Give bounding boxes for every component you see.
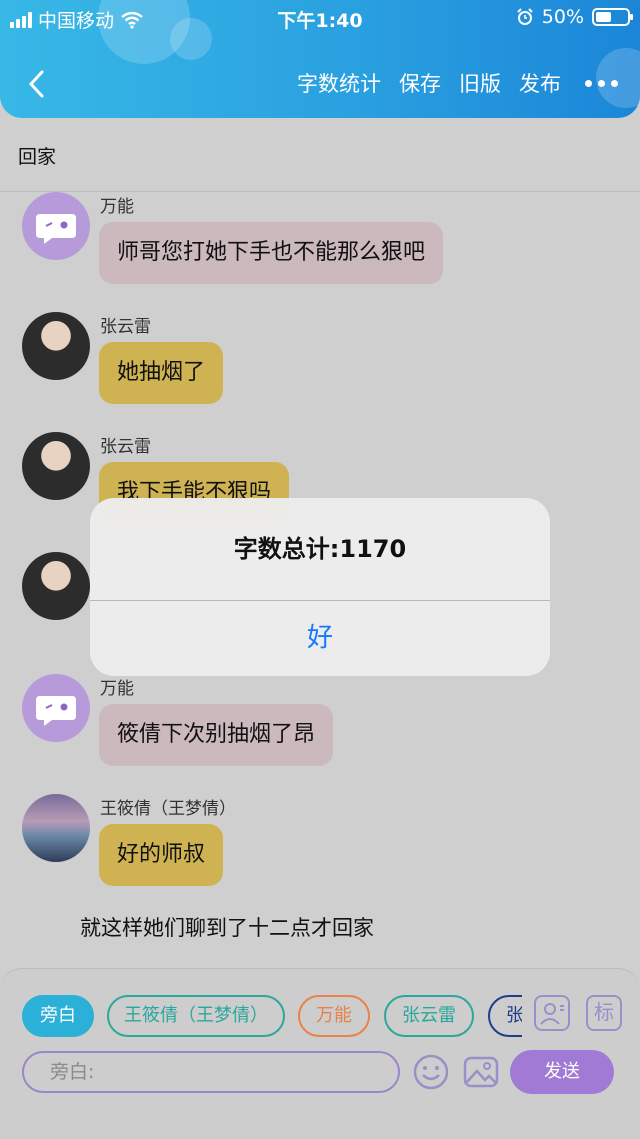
story-title: 回家 — [18, 146, 57, 168]
avatar-photo — [22, 552, 90, 620]
nav-bar: 字数统计 保存 旧版 发布 — [0, 62, 640, 106]
role-chip[interactable]: 张云雷 — [384, 995, 474, 1037]
message-bubble[interactable]: 好的师叔 — [99, 824, 224, 886]
message-bubble[interactable]: 师哥您打她下手也不能那么狠吧 — [99, 222, 444, 284]
message-sender: 万能 — [100, 679, 134, 699]
publish-button[interactable]: 发布 — [519, 68, 561, 98]
composer-panel: 旁白 王筱倩（王梦倩） 万能 张云雷 张云雷 标 旁白: 发送 — [0, 968, 640, 1139]
message-sender: 张云雷 — [100, 437, 151, 457]
role-chip-narration[interactable]: 旁白 — [22, 995, 94, 1037]
narration-input[interactable]: 旁白: — [22, 1051, 400, 1093]
battery-percent: 50% — [541, 6, 584, 28]
role-chip[interactable]: 万能 — [298, 995, 370, 1037]
avatar-photo — [22, 312, 90, 380]
battery-icon — [592, 8, 633, 26]
alert-message: 字数总计:1170 — [233, 535, 407, 563]
battery-level — [596, 12, 611, 22]
alarm-icon — [517, 8, 533, 25]
back-chevron-icon[interactable] — [22, 66, 52, 102]
emoji-icon[interactable] — [412, 1053, 450, 1091]
alert-ok-button[interactable]: 好 — [90, 601, 550, 676]
old-version-button[interactable]: 旧版 — [459, 68, 501, 98]
person-icon[interactable] — [534, 995, 570, 1031]
message-bubble[interactable]: 筱倩下次别抽烟了昂 — [99, 704, 334, 766]
role-chip-row[interactable]: 旁白 王筱倩（王梦倩） 万能 张云雷 张云雷 — [22, 995, 522, 1037]
tag-icon[interactable]: 标 — [586, 995, 622, 1031]
role-chip[interactable]: 张云雷 — [488, 995, 522, 1037]
save-button[interactable]: 保存 — [399, 68, 441, 98]
message-sender: 张云雷 — [100, 317, 151, 337]
avatar-bot-icon — [22, 192, 90, 260]
word-count-button[interactable]: 字数统计 — [297, 68, 381, 98]
message-sender: 万能 — [100, 197, 134, 217]
message-sender: 王筱倩（王梦倩） — [100, 799, 236, 819]
app-header: 中国移动 下午1:40 50% 字数统计 保存 旧版 发布 — [0, 0, 640, 118]
status-bar: 中国移动 下午1:40 50% — [0, 0, 640, 36]
narration-text[interactable]: 就这样她们聊到了十二点才回家 — [80, 912, 374, 942]
avatar-photo — [22, 794, 90, 862]
story-title-bar: 回家 — [0, 118, 640, 192]
image-icon[interactable] — [462, 1053, 500, 1091]
message-bubble[interactable]: 她抽烟了 — [99, 342, 224, 404]
word-count-alert: 字数总计:1170 好 — [90, 498, 550, 676]
avatar-photo — [22, 432, 90, 500]
more-icon[interactable] — [579, 79, 618, 87]
role-chip[interactable]: 王筱倩（王梦倩） — [107, 995, 285, 1037]
avatar-bot-icon — [22, 674, 90, 742]
send-button[interactable]: 发送 — [510, 1050, 614, 1094]
